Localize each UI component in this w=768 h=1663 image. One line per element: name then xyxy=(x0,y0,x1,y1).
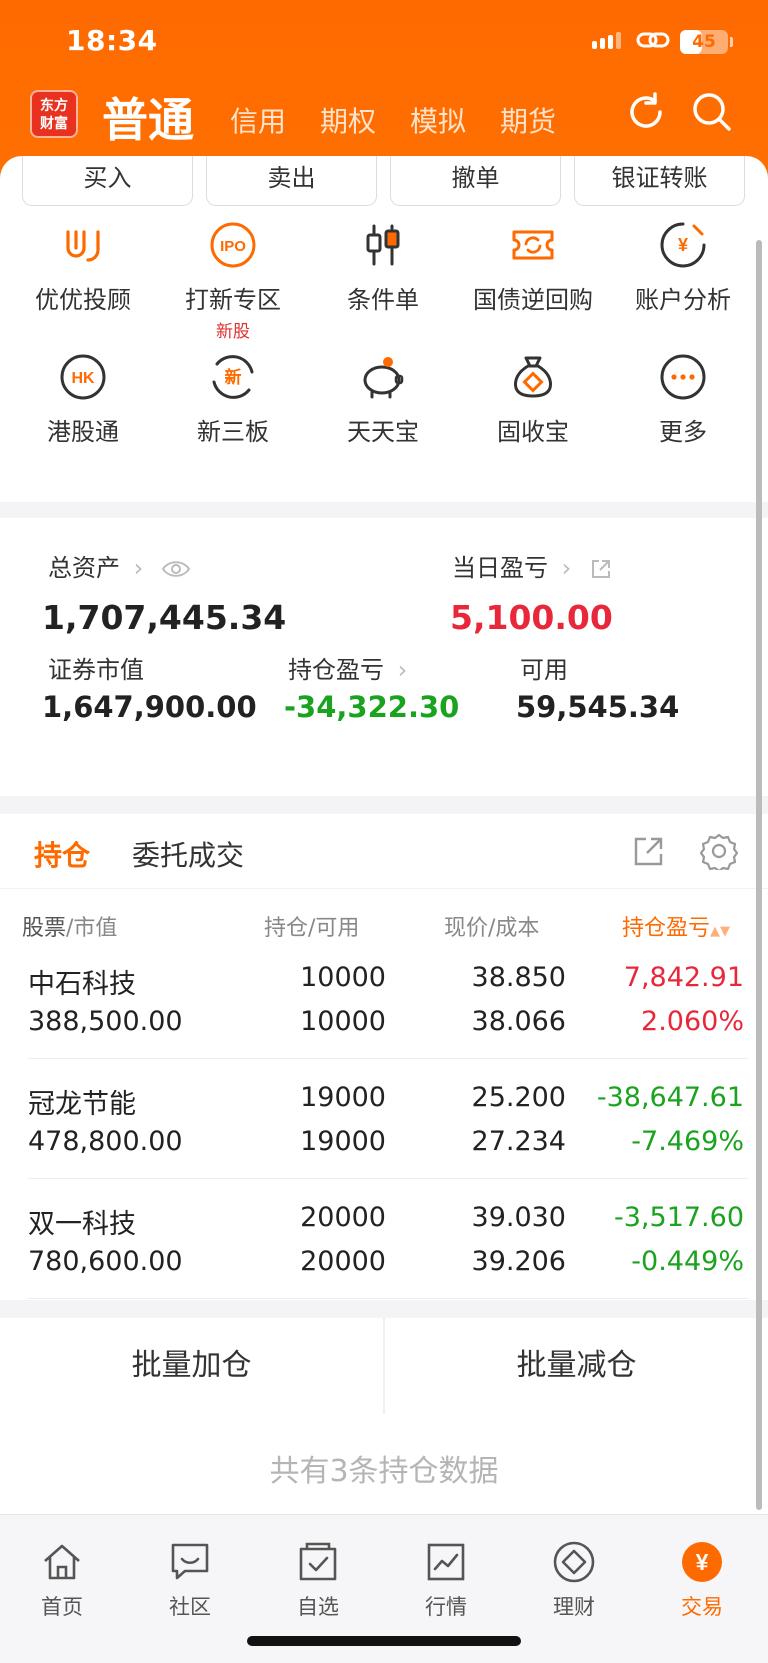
available-label: 可用 xyxy=(520,656,568,684)
tab-trade[interactable]: ¥ 交易 xyxy=(652,1539,752,1621)
status-time: 18:34 xyxy=(66,24,158,57)
tool-youyou[interactable]: 优优投顾 xyxy=(8,220,158,315)
search-icon[interactable] xyxy=(690,90,734,134)
table-row[interactable]: 冠龙节能 478,800.00 19000 19000 25.200 27.23… xyxy=(0,1082,768,1202)
position-pl-value: -34,322.30 xyxy=(284,690,460,724)
youyou-icon xyxy=(66,230,100,262)
tab-home[interactable]: 首页 xyxy=(12,1539,112,1621)
tab-futures[interactable]: 期货 xyxy=(500,100,556,140)
ticket-refresh-icon xyxy=(512,230,554,260)
header-position: 持仓/可用 xyxy=(264,916,360,941)
svg-text:新: 新 xyxy=(225,367,242,388)
tool-ipo[interactable]: IPO 打新专区 新股 xyxy=(158,220,308,342)
tool-account-analysis[interactable]: ¥ 账户分析 xyxy=(608,220,758,315)
tab-simulated[interactable]: 模拟 xyxy=(410,100,466,140)
hk-icon: HK xyxy=(60,354,106,400)
tool-hk-connect[interactable]: HK 港股通 xyxy=(8,352,158,447)
bank-transfer-button[interactable]: 银证转账 xyxy=(574,156,745,206)
available-value: 59,545.34 xyxy=(516,690,680,724)
svg-text:¥: ¥ xyxy=(678,235,688,255)
tool-gushoubao[interactable]: 固收宝 xyxy=(458,352,608,447)
header-stock: 股票/市值 xyxy=(22,916,118,941)
tab-normal[interactable]: 普通 xyxy=(102,84,194,150)
tools-panel: 买入 卖出 撤单 银证转账 优优投顾 IPO 打新专区 新股 条件单 国债逆回购… xyxy=(0,156,768,502)
scrollbar[interactable] xyxy=(756,240,762,1510)
batch-add-button[interactable]: 批量加仓 xyxy=(0,1318,383,1414)
eye-icon[interactable] xyxy=(161,559,191,579)
tab-options[interactable]: 期权 xyxy=(320,100,376,140)
total-assets-label[interactable]: 总资产 › xyxy=(48,548,191,583)
tab-positions[interactable]: 持仓 xyxy=(34,834,90,874)
home-indicator[interactable] xyxy=(247,1636,521,1646)
tool-new-third-board[interactable]: 新 新三板 xyxy=(158,352,308,447)
svg-text:HK: HK xyxy=(71,370,95,387)
header-pl[interactable]: 持仓盈亏▲▼ xyxy=(622,910,730,942)
app-logo: 东方 财富 xyxy=(30,90,78,138)
quick-actions: 买入 卖出 撤单 银证转账 xyxy=(22,156,745,206)
money-bag-icon xyxy=(514,356,552,398)
link-icon xyxy=(636,32,670,48)
signal-icon xyxy=(592,32,621,49)
new-stock-badge: 新股 xyxy=(216,322,250,342)
tool-reverse-repo[interactable]: 国债逆回购 xyxy=(458,220,608,315)
daily-pl-label[interactable]: 当日盈亏 › xyxy=(452,548,613,583)
market-value-label: 证券市值 xyxy=(48,656,144,684)
batch-reduce-button[interactable]: 批量减仓 xyxy=(385,1318,768,1414)
chat-icon xyxy=(171,1543,209,1580)
table-row[interactable]: 双一科技 780,600.00 20000 20000 39.030 39.20… xyxy=(0,1202,768,1322)
tab-watchlist[interactable]: 自选 xyxy=(268,1539,368,1621)
share-icon[interactable] xyxy=(589,557,613,581)
holdings-count-note: 共有3条持仓数据 xyxy=(0,1414,768,1514)
watchlist-icon xyxy=(299,1542,337,1581)
status-bar: 18:34 45 xyxy=(0,0,768,84)
svg-text:IPO: IPO xyxy=(220,238,246,255)
sell-button[interactable]: 卖出 xyxy=(206,156,377,206)
export-icon[interactable] xyxy=(632,834,666,868)
tab-market[interactable]: 行情 xyxy=(396,1539,496,1621)
refresh-icon[interactable] xyxy=(624,90,668,134)
more-icon xyxy=(660,354,706,400)
svg-text:¥: ¥ xyxy=(696,1549,709,1575)
table-row[interactable]: 中石科技 388,500.00 10000 10000 38.850 38.06… xyxy=(0,962,768,1082)
chevron-right-icon: › xyxy=(561,554,572,582)
chevron-right-icon: › xyxy=(133,554,144,582)
ipo-icon: IPO xyxy=(210,222,256,268)
tab-wealth[interactable]: 理财 xyxy=(524,1539,624,1621)
candlestick-icon xyxy=(366,224,400,266)
battery-level: 45 xyxy=(692,32,716,52)
yen-chart-icon: ¥ xyxy=(660,222,706,268)
tab-orders-trades[interactable]: 委托成交 xyxy=(132,834,244,874)
buy-button[interactable]: 买入 xyxy=(22,156,193,206)
piggy-bank-icon xyxy=(363,357,404,399)
battery-icon: 45 xyxy=(680,30,728,54)
new-board-icon: 新 xyxy=(212,355,254,399)
trade-yen-icon: ¥ xyxy=(682,1542,722,1582)
tool-tiantianbao[interactable]: 天天宝 xyxy=(308,352,458,447)
chevron-right-icon: › xyxy=(397,656,408,684)
home-icon xyxy=(44,1544,80,1580)
cancel-order-button[interactable]: 撤单 xyxy=(390,156,561,206)
position-pl-label[interactable]: 持仓盈亏 › xyxy=(288,650,407,685)
account-type-nav: 东方 财富 普通 信用 期权 模拟 期货 xyxy=(0,84,768,164)
tab-community[interactable]: 社区 xyxy=(140,1539,240,1621)
diamond-icon xyxy=(553,1541,595,1583)
tool-conditional-order[interactable]: 条件单 xyxy=(308,220,458,315)
gear-icon[interactable] xyxy=(700,832,738,870)
market-chart-icon xyxy=(427,1543,465,1581)
header-price: 现价/成本 xyxy=(444,916,540,941)
daily-pl-value: 5,100.00 xyxy=(450,598,613,637)
market-value: 1,647,900.00 xyxy=(42,690,257,724)
tab-credit[interactable]: 信用 xyxy=(230,100,286,140)
assets-panel: 总资产 › 1,707,445.34 当日盈亏 › 5,100.00 证券市值 … xyxy=(0,518,768,796)
holdings-panel: 持仓 委托成交 股票/市值 持仓/可用 现价/成本 持仓盈亏▲▼ 中石科技 38… xyxy=(0,814,768,1300)
tool-more[interactable]: 更多 xyxy=(608,352,758,447)
batch-actions: 批量加仓 批量减仓 xyxy=(0,1318,768,1414)
sort-icon: ▲▼ xyxy=(710,924,731,939)
total-assets-value: 1,707,445.34 xyxy=(42,598,287,637)
